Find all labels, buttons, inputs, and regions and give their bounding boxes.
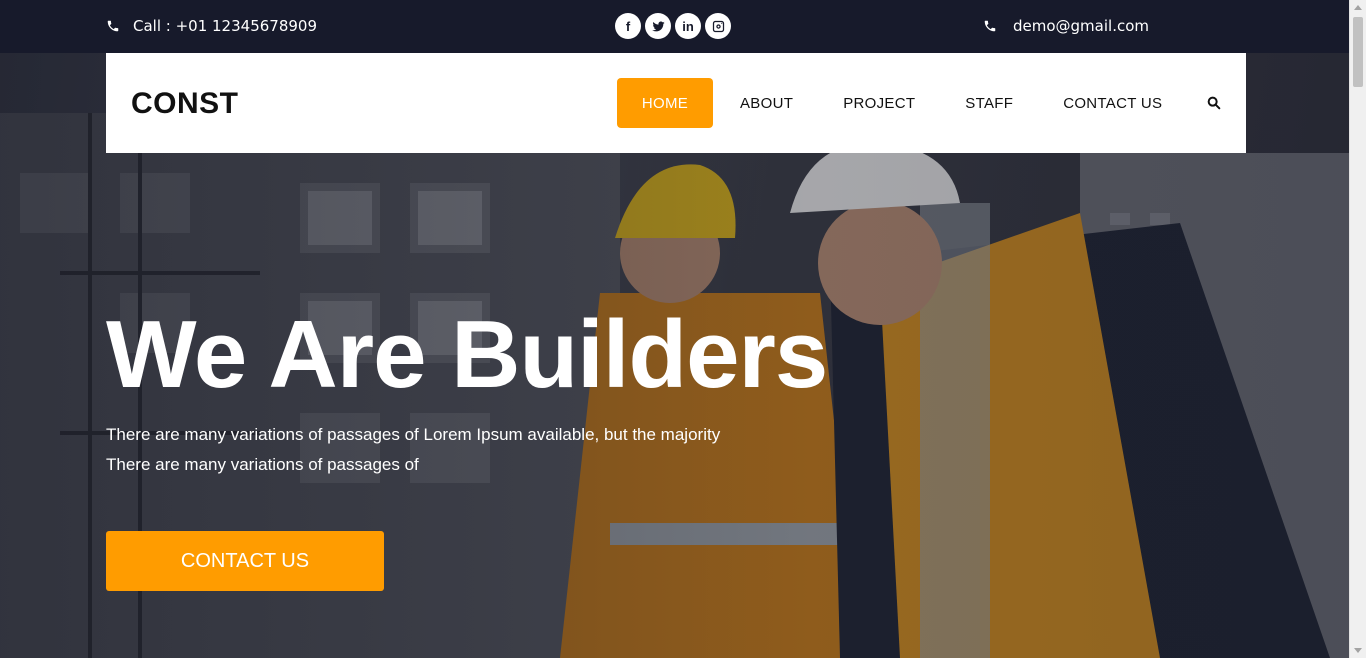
nav-menu: HOME ABOUT PROJECT STAFF CONTACT US	[617, 78, 1187, 128]
social-links: f in	[615, 13, 731, 39]
hero-subtext: There are many variations of passages of…	[106, 420, 826, 480]
nav-item-about[interactable]: ABOUT	[715, 78, 818, 128]
page-scrollbar[interactable]	[1349, 0, 1366, 658]
search-icon[interactable]	[1206, 95, 1222, 111]
nav-item-contact-us[interactable]: CONTACT US	[1038, 78, 1187, 128]
nav-item-staff[interactable]: STAFF	[940, 78, 1038, 128]
scroll-down-arrow-icon[interactable]	[1354, 648, 1362, 653]
phone-info: Call : +01 12345678909	[106, 17, 317, 35]
email-info: demo@gmail.com	[983, 17, 1149, 35]
hero-headline: We Are Builders	[106, 301, 828, 408]
main-navbar: CONST HOME ABOUT PROJECT STAFF CONTACT U…	[106, 53, 1246, 153]
contact-us-button[interactable]: CONTACT US	[106, 531, 384, 591]
top-info-bar: Call : +01 12345678909 f in demo@gmail.c…	[0, 0, 1349, 53]
linkedin-icon[interactable]: in	[675, 13, 701, 39]
phone-icon	[984, 20, 996, 32]
facebook-icon[interactable]: f	[615, 13, 641, 39]
scroll-up-arrow-icon[interactable]	[1354, 5, 1362, 10]
scrollbar-thumb[interactable]	[1353, 17, 1363, 87]
site-logo[interactable]: CONST	[131, 87, 239, 121]
hero-subtext-line-2: There are many variations of passages of	[106, 455, 419, 474]
hero-subtext-line-1: There are many variations of passages of…	[106, 425, 721, 444]
nav-item-project[interactable]: PROJECT	[818, 78, 940, 128]
twitter-icon[interactable]	[645, 13, 671, 39]
instagram-icon[interactable]	[705, 13, 731, 39]
call-text: Call : +01 12345678909	[133, 17, 317, 35]
email-text: demo@gmail.com	[1013, 17, 1150, 35]
nav-item-home[interactable]: HOME	[617, 78, 713, 128]
phone-icon	[107, 20, 119, 32]
